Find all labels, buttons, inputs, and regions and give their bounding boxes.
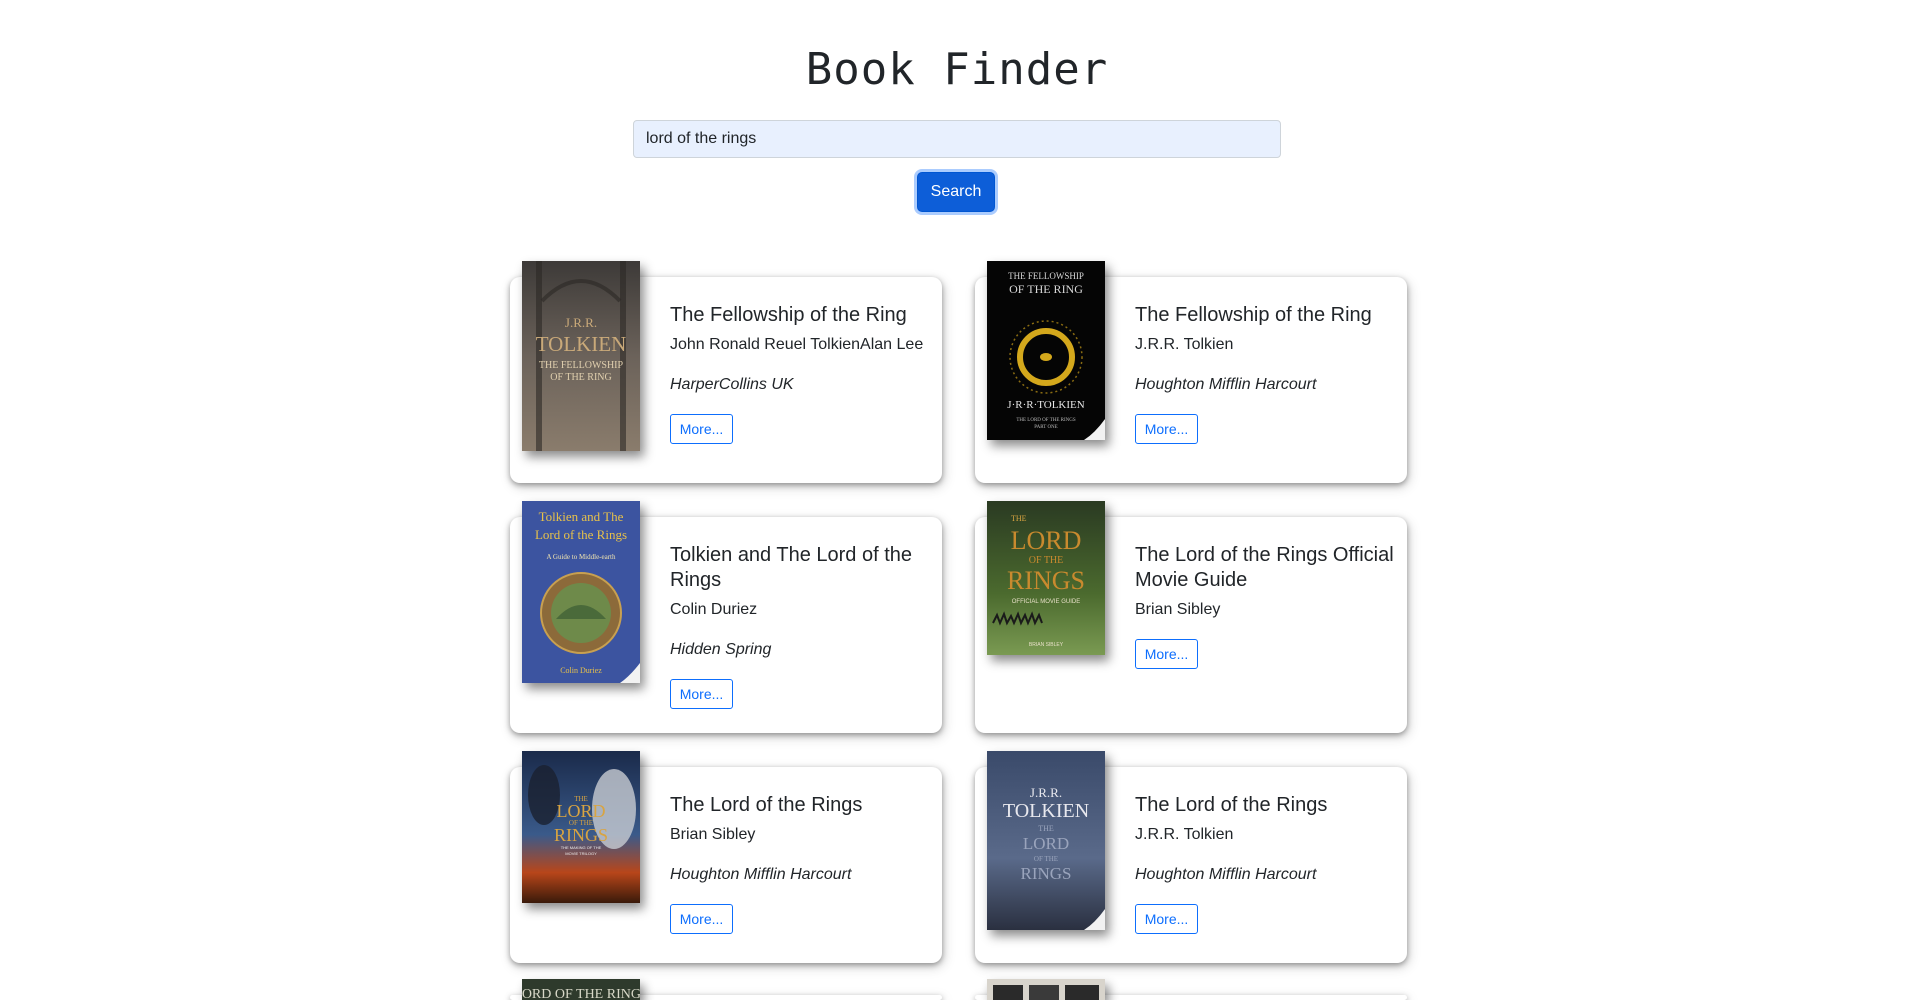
book-cover-image [987,979,1105,1000]
book-publisher: Houghton Mifflin Harcourt [1135,866,1317,883]
book-card: J.R.R. TOLKIEN THE LORD OF THE RINGS The… [975,751,1407,963]
cover-text: OFFICIAL MOVIE GUIDE [1012,599,1080,605]
book-card: Tolkien and The Lord of the Rings A Guid… [510,501,942,733]
cover-text: RINGS [1007,566,1085,595]
cover-text: THE [1038,824,1054,833]
cover-text: Colin Duriez [560,666,602,675]
more-button[interactable]: More... [670,679,733,709]
cover-text: Tolkien and The [539,509,624,524]
book-title: The Fellowship of the Ring [1135,304,1372,326]
book-card: LORD OF THE RINGS [510,979,942,1000]
book-card: THE FELLOWSHIP OF THE RING J·R·R·TOLKIEN… [975,261,1407,483]
cover-text: THE FELLOWSHIP [1008,271,1084,281]
book-title: Tolkien and The Lord of the Rings [670,544,913,591]
book-author: Brian Sibley [670,826,756,843]
more-button[interactable]: More... [1135,904,1198,934]
cover-text: J.R.R. [565,315,597,330]
cover-text: BRIAN SIBLEY [1029,642,1064,648]
book-author: Brian Sibley [1135,601,1221,618]
book-author: John Ronald Reuel TolkienAlan Lee [670,336,924,353]
book-cover-image: J.R.R. TOLKIEN THE LORD OF THE RINGS [987,751,1105,930]
cover-text: J·R·R·TOLKIEN [1007,399,1084,411]
book-title: The Lord of the Rings [670,794,863,816]
cover-text: OF THE RING [1009,282,1083,296]
book-cover-image: Tolkien and The Lord of the Rings A Guid… [522,501,640,683]
cover-text: LORD [1023,834,1069,853]
cover-text: LORD [557,801,606,821]
cover-text: PART ONE [1034,425,1057,430]
more-button[interactable]: More... [670,414,733,444]
book-title: The Fellowship of the Ring [670,304,907,326]
book-cover-image: J.R.R. TOLKIEN THE FELLOWSHIP OF THE RIN… [522,261,640,451]
cover-text: OF THE [1034,855,1058,863]
cover-text: THE [1011,514,1027,523]
cover-text: LORD [1011,526,1082,555]
book-title: The Lord of the Rings Official Movie Gui… [1135,544,1394,591]
more-button[interactable]: More... [1135,414,1198,444]
cover-text: RINGS [1020,864,1071,883]
cover-text: OF THE [1029,555,1064,566]
cover-text: LORD OF THE RINGS [522,987,640,1000]
book-publisher: HarperCollins UK [670,376,794,393]
book-author: J.R.R. Tolkien [1135,826,1234,843]
book-card: J.R.R. TOLKIEN THE FELLOWSHIP OF THE RIN… [510,261,942,483]
cover-text: Lord of the Rings [535,527,627,542]
book-card: THE LORD OF THE RINGS OFFICIAL MOVIE GUI… [975,501,1407,733]
book-publisher: Houghton Mifflin Harcourt [670,866,852,883]
results-list: J.R.R. TOLKIEN THE FELLOWSHIP OF THE RIN… [0,0,1914,1000]
cover-text: OF THE RING [550,372,611,383]
cover-text: THE LORD OF THE RINGS [1016,418,1076,423]
book-author: J.R.R. Tolkien [1135,336,1234,353]
cover-text: THE FELLOWSHIP [539,360,624,371]
more-button[interactable]: More... [1135,639,1198,669]
cover-text: TOLKIEN [536,332,627,356]
book-publisher: Hidden Spring [670,641,772,658]
book-cover-image: LORD OF THE RINGS [522,979,640,1000]
book-card [975,979,1407,1000]
book-cover-image: THE LORD OF THE RINGS THE MAKING OF THE … [522,751,640,903]
cover-text: A Guide to Middle-earth [546,553,616,561]
cover-text: MOVIE TRILOGY [565,851,597,856]
book-card: THE LORD OF THE RINGS THE MAKING OF THE … [510,751,942,963]
book-author: Colin Duriez [670,601,758,618]
cover-text: J.R.R. [1030,785,1062,800]
book-cover-image: THE LORD OF THE RINGS OFFICIAL MOVIE GUI… [987,501,1105,655]
book-publisher: Houghton Mifflin Harcourt [1135,376,1317,393]
book-cover-image: THE FELLOWSHIP OF THE RING J·R·R·TOLKIEN… [987,261,1105,440]
cover-text: RINGS [554,825,608,845]
cover-text: TOLKIEN [1003,800,1089,822]
book-title: The Lord of the Rings [1135,794,1328,816]
more-button[interactable]: More... [670,904,733,934]
cover-text: THE MAKING OF THE [561,845,602,850]
